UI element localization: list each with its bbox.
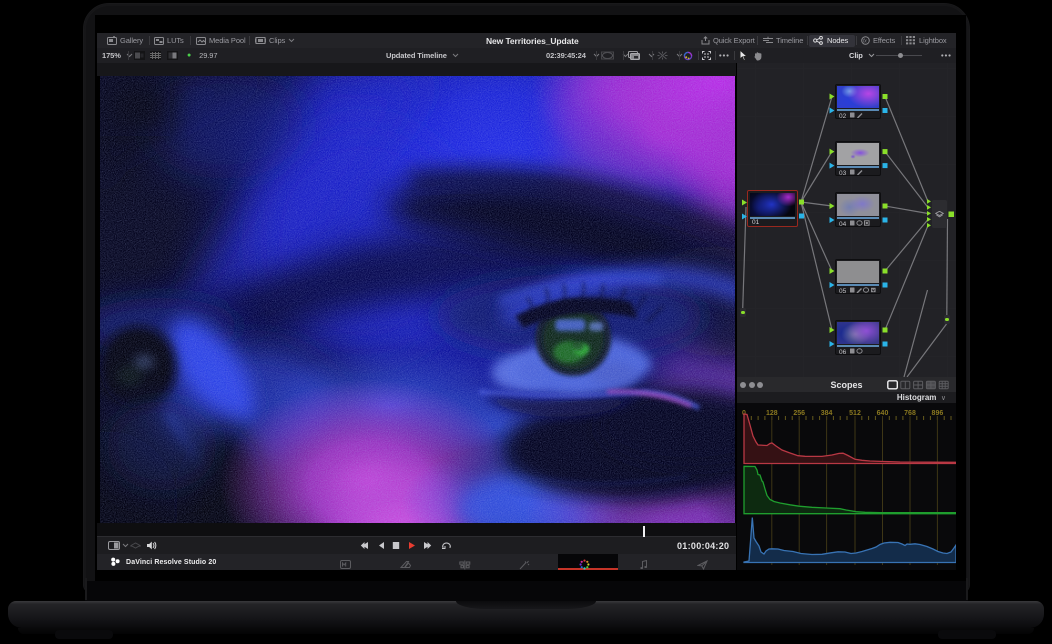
svg-text:768: 768 <box>904 410 916 417</box>
svg-text:fx: fx <box>863 38 867 44</box>
svg-text:640: 640 <box>877 410 889 417</box>
svg-text:384: 384 <box>821 410 833 417</box>
svg-text:128: 128 <box>766 410 778 417</box>
svg-text:256: 256 <box>793 410 805 417</box>
svg-text:512: 512 <box>849 410 861 417</box>
svg-text:896: 896 <box>932 410 944 417</box>
